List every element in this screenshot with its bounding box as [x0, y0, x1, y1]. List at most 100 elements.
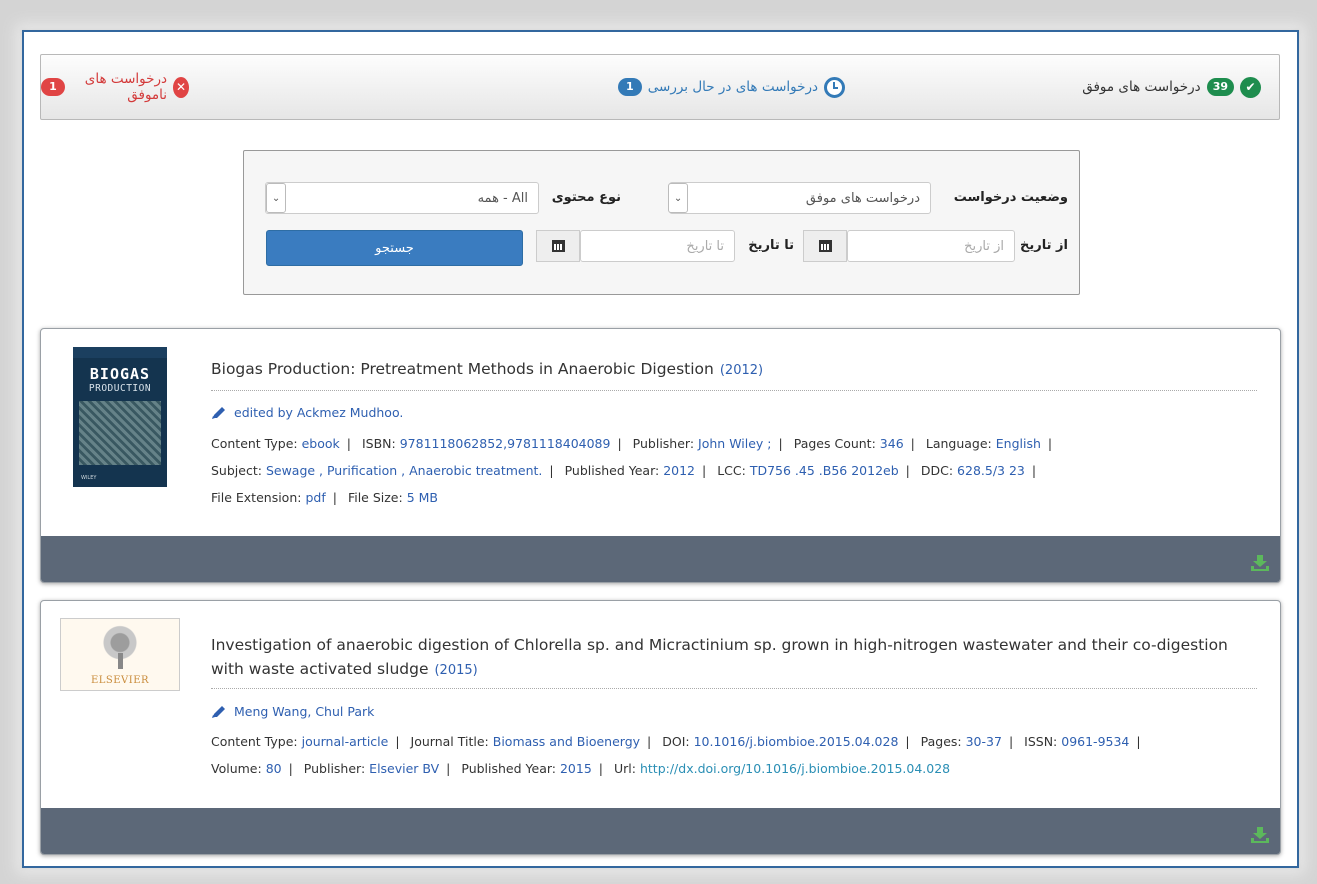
from-date-label: از تاریخ [1020, 238, 1068, 253]
meta-label: Published Year: [564, 463, 660, 478]
download-icon[interactable] [1250, 826, 1270, 844]
success-count-badge: 39 [1206, 78, 1234, 96]
chevron-down-icon[interactable]: ⌄ [668, 183, 688, 213]
published-year-value: 2015 [559, 761, 592, 776]
meta-label: Publisher: [303, 761, 366, 776]
meta-label: Pages: [920, 734, 962, 749]
meta-label: File Extension: [211, 490, 302, 505]
content-type-label: نوع محتوی [551, 190, 621, 205]
divider [211, 688, 1257, 689]
calendar-button[interactable] [536, 230, 580, 262]
publisher-value: Elsevier BV [369, 761, 440, 776]
pencil-icon [212, 705, 225, 718]
volume-value: 80 [265, 761, 282, 776]
tab-successful-requests[interactable]: ✔ 39 درخواست های موفق [1082, 55, 1261, 119]
main-frame: ✔ 39 درخواست های موفق درخواست های در حال… [22, 30, 1299, 868]
tab-pending-requests[interactable]: درخواست های در حال بررسی 1 [617, 55, 845, 119]
tab-pending-label: درخواست های در حال بررسی [647, 79, 818, 95]
publisher-value: John Wiley ; [698, 436, 772, 451]
cover-title: BIOGAS [89, 365, 151, 383]
result-meta: Content Type: journal-article | Journal T… [211, 734, 1141, 776]
meta-label: ISSN: [1024, 734, 1058, 749]
pending-count-badge: 1 [617, 78, 642, 96]
chevron-down-icon[interactable]: ⌄ [266, 183, 286, 213]
ddc-value: 628.5/3 23 [957, 463, 1025, 478]
result-title[interactable]: Investigation of anaerobic digestion of … [211, 633, 1230, 683]
pages-count-value: 346 [879, 436, 904, 451]
meta-label: Pages Count: [793, 436, 876, 451]
pages-value: 30-37 [965, 734, 1002, 749]
cover-publisher: WILEY [81, 475, 97, 481]
authors-text[interactable]: Meng Wang, Chul Park [234, 704, 374, 719]
journal-title-value: Biomass and Bioenergy [492, 734, 641, 749]
result-meta: Content Type: ebook | ISBN: 9781118062852… [211, 436, 1053, 505]
pencil-icon [212, 406, 225, 419]
meta-label: Content Type: [211, 436, 298, 451]
meta-label: LCC: [717, 463, 746, 478]
to-date-input[interactable]: تا تاریخ [580, 230, 735, 262]
isbn-value: 9781118062852,9781118404089 [399, 436, 611, 451]
publisher-logo[interactable]: ELSEVIER [60, 618, 180, 691]
meta-label: Publisher: [632, 436, 695, 451]
content-type-select[interactable]: All - همه [265, 182, 539, 214]
language-value: English [995, 436, 1041, 451]
meta-label: DDC: [920, 463, 954, 478]
content-type-value: All - همه [477, 190, 528, 206]
published-year-value: 2012 [663, 463, 696, 478]
result-title-text: Investigation of anaerobic digestion of … [211, 636, 1228, 678]
search-button[interactable]: جستجو [266, 230, 523, 266]
meta-label: Content Type: [211, 734, 298, 749]
x-circle-icon: ✕ [173, 76, 189, 98]
authors-text[interactable]: edited by Ackmez Mudhoo. [234, 405, 403, 420]
filter-panel: وضعیت درخواست درخواست های موفق ⌄ نوع محت… [243, 150, 1080, 295]
meta-label: ISBN: [361, 436, 396, 451]
meta-label: Volume: [211, 761, 262, 776]
tab-failed-label: درخواست های ناموفق [84, 71, 168, 103]
meta-label: Url: [614, 761, 636, 776]
divider [211, 390, 1257, 391]
result-title-text: Biogas Production: Pretreatment Methods … [211, 360, 714, 378]
logo-text: ELSEVIER [90, 675, 150, 686]
file-extension-value: pdf [305, 490, 326, 505]
calendar-button[interactable] [803, 230, 847, 262]
tab-failed-requests[interactable]: ✕ درخواست های ناموفق 1 [41, 55, 189, 119]
content-type-value: journal-article [301, 734, 389, 749]
download-icon[interactable] [1250, 554, 1270, 572]
result-card: BIOGAS PRODUCTION WILEY Biogas Productio… [40, 328, 1281, 583]
calendar-icon [551, 240, 565, 252]
result-authors: Meng Wang, Chul Park [211, 704, 374, 719]
from-date-placeholder: از تاریخ [964, 238, 1004, 254]
check-circle-icon: ✔ [1240, 76, 1261, 98]
status-label: وضعیت درخواست [953, 190, 1068, 205]
meta-label: Journal Title: [410, 734, 489, 749]
card-footer [41, 808, 1280, 854]
result-title[interactable]: Biogas Production: Pretreatment Methods … [211, 357, 763, 383]
meta-label: DOI: [662, 734, 690, 749]
calendar-icon [818, 240, 832, 252]
url-link[interactable]: http://dx.doi.org/10.1016/j.biombioe.201… [640, 761, 950, 776]
meta-label: Subject: [211, 463, 262, 478]
subject-value: Sewage , Purification , Anaerobic treatm… [265, 463, 543, 478]
status-select-value: درخواست های موفق [805, 190, 920, 206]
result-card: ELSEVIER Investigation of anaerobic dige… [40, 600, 1281, 855]
result-authors: edited by Ackmez Mudhoo. [211, 405, 403, 420]
clock-icon [824, 76, 845, 98]
doi-value: 10.1016/j.biombioe.2015.04.028 [693, 734, 899, 749]
meta-label: File Size: [347, 490, 403, 505]
issn-value: 0961-9534 [1061, 734, 1130, 749]
content-type-value: ebook [301, 436, 340, 451]
lcc-value: TD756 .45 .B56 2012eb [749, 463, 899, 478]
tab-success-label: درخواست های موفق [1082, 79, 1201, 95]
result-year: (2012) [719, 363, 764, 378]
meta-label: Published Year: [461, 761, 556, 776]
book-cover-image[interactable]: BIOGAS PRODUCTION WILEY [73, 347, 167, 487]
file-size-value: 5 MB [406, 490, 438, 505]
to-date-label: تا تاریخ [748, 238, 794, 253]
failed-count-badge: 1 [41, 78, 65, 96]
card-footer [41, 536, 1280, 582]
status-tabs: ✔ 39 درخواست های موفق درخواست های در حال… [40, 54, 1280, 120]
status-select[interactable]: درخواست های موفق [669, 182, 931, 214]
result-year: (2015) [434, 663, 478, 678]
to-date-placeholder: تا تاریخ [686, 238, 724, 254]
from-date-input[interactable]: از تاریخ [847, 230, 1015, 262]
